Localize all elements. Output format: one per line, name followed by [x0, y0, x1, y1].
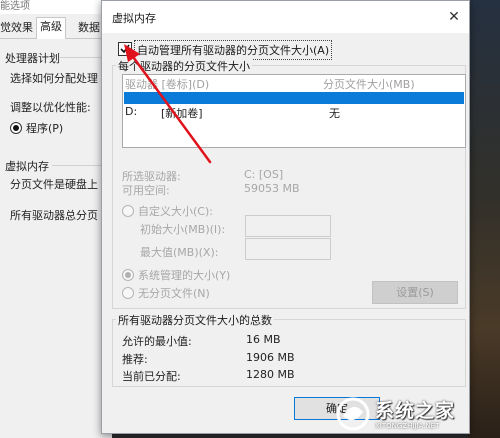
- drive-paging-size: 无: [329, 107, 340, 120]
- free-space-value: 59053 MB: [244, 182, 300, 195]
- recommended-label: 推荐:: [122, 353, 148, 366]
- no-paging-label: 无分页文件(N): [138, 287, 210, 300]
- tab-data-execution[interactable]: 数据: [78, 19, 100, 37]
- drive-list[interactable]: 驱动器 [卷标](D) 分页文件大小(MB) D: [新加卷] 无: [122, 74, 466, 148]
- adjust-label: 调整以优化性能:: [10, 101, 91, 114]
- no-paging-radio[interactable]: [122, 287, 134, 299]
- max-size-label: 最大值(MB)(X):: [140, 246, 219, 259]
- custom-size-label: 自定义大小(C):: [138, 205, 213, 218]
- vm-total: 所有驱动器总分页: [10, 209, 98, 222]
- tab-advanced[interactable]: 高级: [36, 17, 66, 39]
- performance-options-window: 能选项 觉效果 高级 数据 处理器计划 选择如何分配处理 调整以优化性能: 程序…: [0, 0, 112, 438]
- checkmark-icon: [120, 44, 130, 54]
- recommended-value: 1906 MB: [246, 351, 295, 364]
- program-option-label: 程序(P): [26, 122, 64, 135]
- watermark-url: XITONGZHIJIA.NET: [375, 422, 440, 430]
- desktop-wallpaper: [468, 0, 500, 438]
- cpu-desc: 选择如何分配处理: [10, 72, 98, 85]
- custom-size-radio[interactable]: [122, 205, 134, 217]
- watermark-text: 系统之家: [375, 400, 456, 422]
- current-allocated-value: 1280 MB: [246, 368, 295, 381]
- vm-desc: 分页文件是硬盘上: [10, 178, 98, 191]
- free-space-label: 可用空间:: [122, 184, 170, 197]
- watermark: 系统之家 XITONGZHIJIA.NET: [333, 394, 493, 434]
- auto-manage-checkbox[interactable]: [118, 42, 132, 56]
- system-managed-label: 系统管理的大小(Y): [138, 269, 231, 282]
- dialog-title-bar: 虚拟内存 ✕: [102, 1, 469, 33]
- auto-manage-label[interactable]: 自动管理所有驱动器的分页文件大小(A): [134, 40, 333, 60]
- drive-letter: D:: [125, 105, 138, 118]
- size-column-header: 分页文件大小(MB): [323, 78, 415, 91]
- system-managed-radio[interactable]: [122, 269, 134, 281]
- virtual-memory-dialog: 虚拟内存 ✕ 自动管理所有驱动器的分页文件大小(A) 每个驱动器的分页文件大小 …: [101, 0, 470, 434]
- bg-tab-strip: 觉效果 高级 数据: [0, 16, 112, 39]
- drive-column-header: 驱动器 [卷标](D): [125, 78, 210, 91]
- selected-drive-value: C: [OS]: [244, 168, 284, 181]
- min-allowed-value: 16 MB: [246, 333, 281, 346]
- drive-volume-label: [新加卷]: [161, 107, 203, 120]
- bg-window-title: 能选项: [0, 1, 30, 12]
- drive-row-selected[interactable]: [124, 92, 464, 104]
- max-size-input[interactable]: [245, 238, 331, 260]
- watermark-logo-icon: [336, 397, 370, 431]
- bg-title-bar: 能选项: [0, 0, 112, 14]
- close-icon[interactable]: ✕: [445, 8, 463, 26]
- current-allocated-label: 当前已分配:: [122, 370, 181, 383]
- initial-size-input[interactable]: [245, 215, 331, 237]
- set-button[interactable]: 设置(S): [372, 281, 458, 304]
- vm-group-title: 虚拟内存: [5, 160, 49, 173]
- program-radio[interactable]: [10, 122, 22, 134]
- totals-group-title: 所有驱动器分页文件大小的总数: [116, 312, 274, 328]
- min-allowed-label: 允许的最小值:: [122, 335, 192, 348]
- cpu-group-title: 处理器计划: [5, 52, 60, 65]
- initial-size-label: 初始大小(MB)(I):: [140, 223, 226, 236]
- drives-group-title: 每个驱动器的分页文件大小: [116, 58, 252, 74]
- dialog-title: 虚拟内存: [112, 12, 156, 25]
- tab-visual-effects[interactable]: 觉效果: [0, 19, 33, 37]
